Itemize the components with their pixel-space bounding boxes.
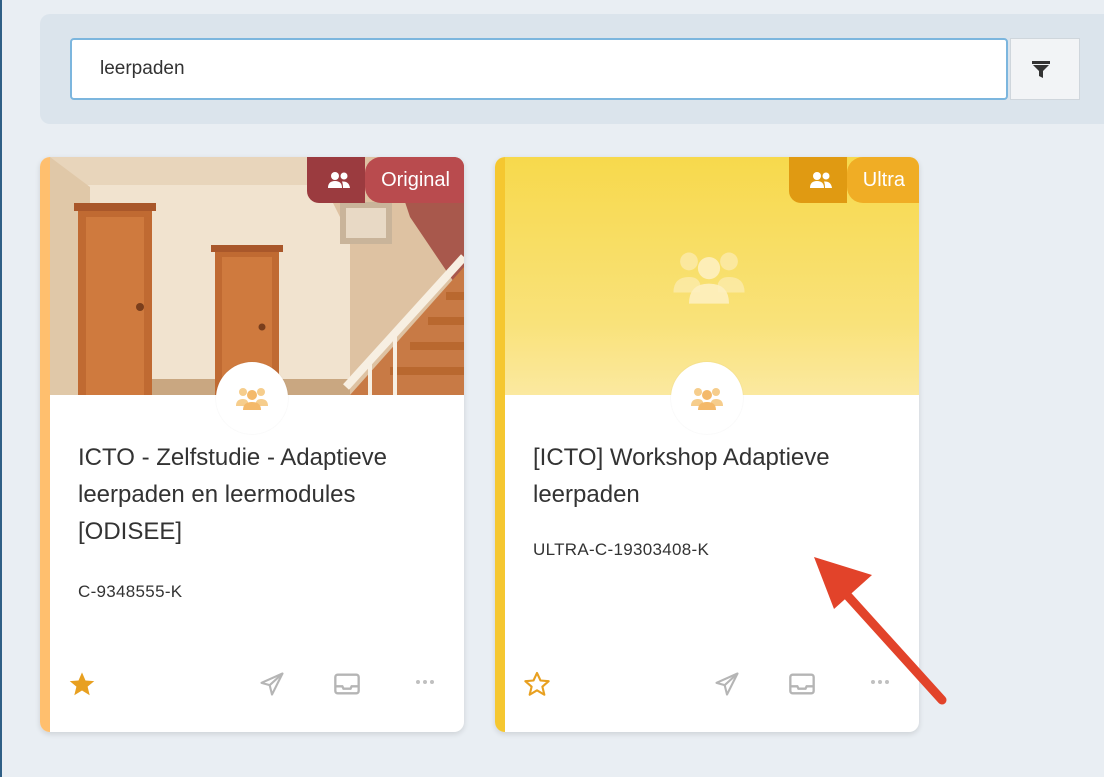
badge-label: Original — [365, 157, 464, 203]
search-input[interactable] — [70, 38, 1008, 100]
badge-label: Ultra — [846, 157, 919, 203]
more-options-icon[interactable] — [413, 674, 437, 690]
send-icon[interactable] — [713, 670, 741, 698]
search-panel — [40, 14, 1104, 124]
course-avatar — [671, 362, 743, 434]
group-icon — [236, 388, 268, 410]
card-actions — [68, 670, 434, 702]
course-type-badge: Original — [307, 157, 464, 203]
course-card-original[interactable]: Original ICTO - Zelfstudie - Adaptieve l… — [40, 157, 464, 732]
course-type-badge: Ultra — [788, 157, 919, 203]
course-avatar — [216, 362, 288, 434]
star-filled-icon[interactable] — [68, 670, 96, 698]
group-icon — [328, 172, 351, 188]
course-title[interactable]: [ICTO] Workshop Adaptieve leerpaden — [533, 439, 893, 513]
annotation-arrow — [814, 557, 947, 705]
inbox-icon[interactable] — [333, 672, 361, 696]
send-icon[interactable] — [258, 670, 286, 698]
group-icon — [673, 252, 745, 304]
card-stripe — [495, 157, 505, 732]
group-icon — [809, 172, 832, 188]
star-outline-icon[interactable] — [523, 670, 551, 698]
filter-button[interactable] — [1010, 38, 1080, 100]
filter-icon — [1032, 61, 1050, 78]
group-icon — [691, 388, 723, 410]
card-stripe — [40, 157, 50, 732]
course-code: C-9348555-K — [78, 582, 183, 601]
course-title[interactable]: ICTO - Zelfstudie - Adaptieve leerpaden … — [78, 439, 438, 550]
course-code: ULTRA-C-19303408-K — [533, 540, 710, 559]
